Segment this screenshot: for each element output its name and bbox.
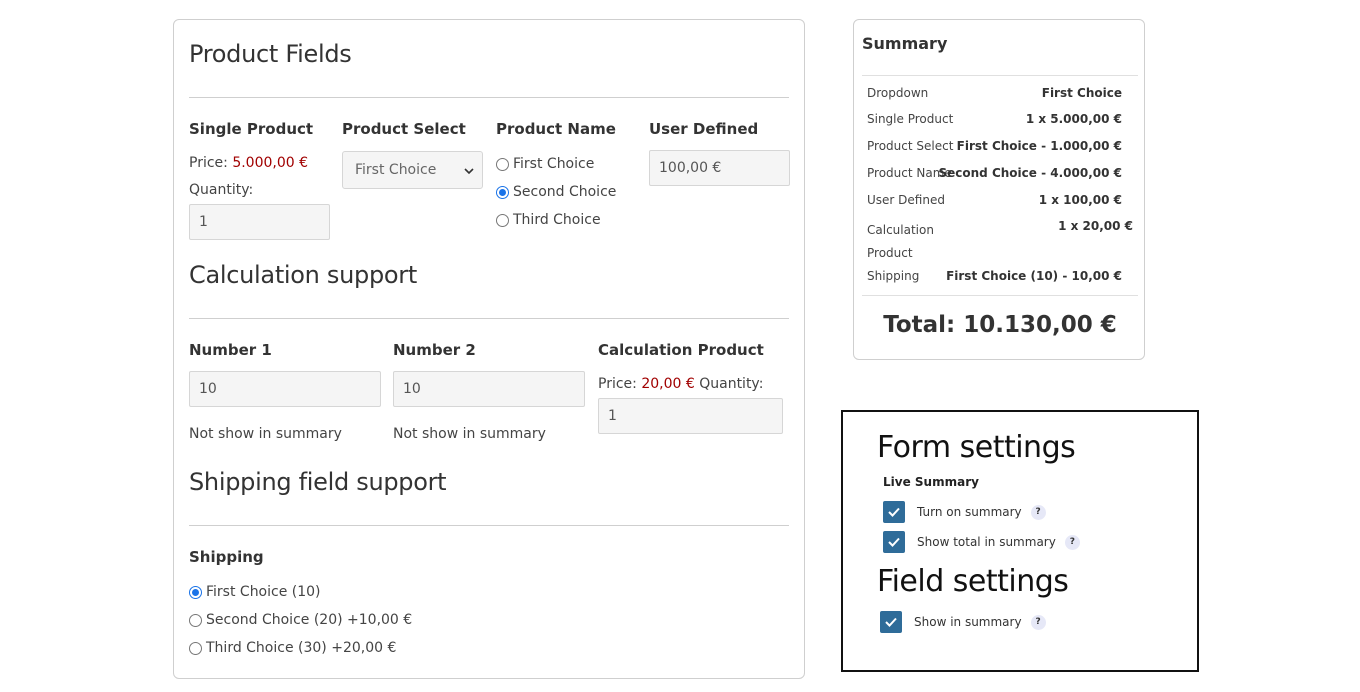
summary-title: Summary [862,34,948,53]
summary-row-value: First Choice [1041,86,1122,100]
summary-row-value: 1 x 100,00 € [1038,193,1122,207]
option-label: Third Choice (30) +20,00 € [206,640,397,656]
show-total-option[interactable]: Show total in summary ? [883,531,1080,553]
settings-panel: Form settings Live Summary Turn on summa… [841,410,1199,672]
summary-row-label: Calculation Product [867,223,934,260]
single-product-label: Single Product [189,120,314,138]
price-prefix: Price: [598,376,637,392]
calculation-support-title: Calculation support [189,261,417,289]
summary-row-value: Second Choice - 4.000,00 € [938,166,1123,180]
quantity-label: Quantity: [189,182,254,198]
option-label: Third Choice [513,212,601,228]
help-icon[interactable]: ? [1064,534,1080,550]
option-label: Second Choice (20) +10,00 € [206,612,413,628]
shipping-option[interactable]: Second Choice (20) +10,00 € [189,612,412,628]
price-value: 20,00 € [641,376,695,392]
check-icon [888,507,900,517]
summary-row-value: First Choice - 1.000,00 € [956,139,1122,153]
product-name-option[interactable]: Second Choice [496,184,616,200]
product-select-dropdown[interactable]: First Choice [342,151,483,189]
summary-row-value: First Choice (10) - 10,00 € [946,269,1122,283]
product-name-option[interactable]: First Choice [496,156,594,172]
number1-input[interactable]: 10 [189,371,381,407]
turn-on-summary-option[interactable]: Turn on summary ? [883,501,1046,523]
summary-card: Summary Dropdown First Choice Single Pro… [853,19,1145,360]
radio-button-checked[interactable] [496,185,509,199]
divider [862,295,1138,296]
field-settings-title: Field settings [877,564,1069,599]
help-icon[interactable]: ? [1030,504,1046,520]
radio-button-checked[interactable] [189,585,202,599]
user-defined-label: User Defined [649,120,759,138]
price-value: 5.000,00 € [232,155,309,171]
price-prefix: Price: [189,155,228,171]
divider [189,318,789,319]
number2-note: Not show in summary [393,426,546,442]
show-in-summary-option[interactable]: Show in summary ? [880,611,1046,633]
product-form-card: Product Fields Single Product Price: 5.0… [173,19,805,679]
summary-total: Total: 10.130,00 € [883,312,1117,338]
product-select-label: Product Select [342,120,466,138]
check-icon [885,617,897,627]
live-summary-label: Live Summary [883,475,979,489]
radio-button[interactable] [496,157,509,171]
calc-product-label: Calculation Product [598,341,764,359]
divider [862,75,1138,76]
number1-label: Number 1 [189,341,272,359]
chevron-down-icon [464,152,474,188]
option-label: First Choice (10) [206,584,321,600]
option-label: Show in summary [914,615,1022,629]
option-label: First Choice [513,156,595,172]
option-label: Turn on summary [917,505,1022,519]
number1-note: Not show in summary [189,426,342,442]
summary-row-value: 1 x 20,00 € [1058,219,1133,233]
shipping-support-title: Shipping field support [189,468,447,496]
shipping-label: Shipping [189,548,264,566]
quantity-label: Quantity: [699,376,764,392]
calc-product-quantity-input[interactable]: 1 [598,398,783,434]
form-settings-title: Form settings [877,430,1076,465]
single-product-price: Price: 5.000,00 € [189,155,308,171]
option-label: Show total in summary [917,535,1056,549]
check-icon [888,537,900,547]
number2-label: Number 2 [393,341,476,359]
summary-row-value: 1 x 5.000,00 € [1025,112,1122,126]
checkbox-checked[interactable] [883,531,905,553]
number2-input[interactable]: 10 [393,371,585,407]
calc-product-price: Price: 20,00 € Quantity: [598,376,763,392]
shipping-option[interactable]: First Choice (10) [189,584,321,600]
summary-row-label: Shipping [867,269,920,283]
divider [189,525,789,526]
shipping-option[interactable]: Third Choice (30) +20,00 € [189,640,396,656]
summary-row-label: Single Product [867,112,954,126]
radio-button[interactable] [189,613,202,627]
single-product-quantity-input[interactable]: 1 [189,204,330,240]
summary-row-label: Dropdown [867,86,929,100]
checkbox-checked[interactable] [883,501,905,523]
radio-button[interactable] [496,213,509,227]
summary-row-label: User Defined [867,193,945,207]
summary-row-label: Product Select [867,139,954,153]
help-icon[interactable]: ? [1030,614,1046,630]
divider [189,97,789,98]
product-name-option[interactable]: Third Choice [496,212,601,228]
checkbox-checked[interactable] [880,611,902,633]
user-defined-input[interactable]: 100,00 € [649,150,790,186]
product-name-label: Product Name [496,120,616,138]
product-select-value: First Choice [355,162,437,178]
radio-button[interactable] [189,641,202,655]
product-fields-title: Product Fields [189,40,352,68]
option-label: Second Choice [513,184,617,200]
